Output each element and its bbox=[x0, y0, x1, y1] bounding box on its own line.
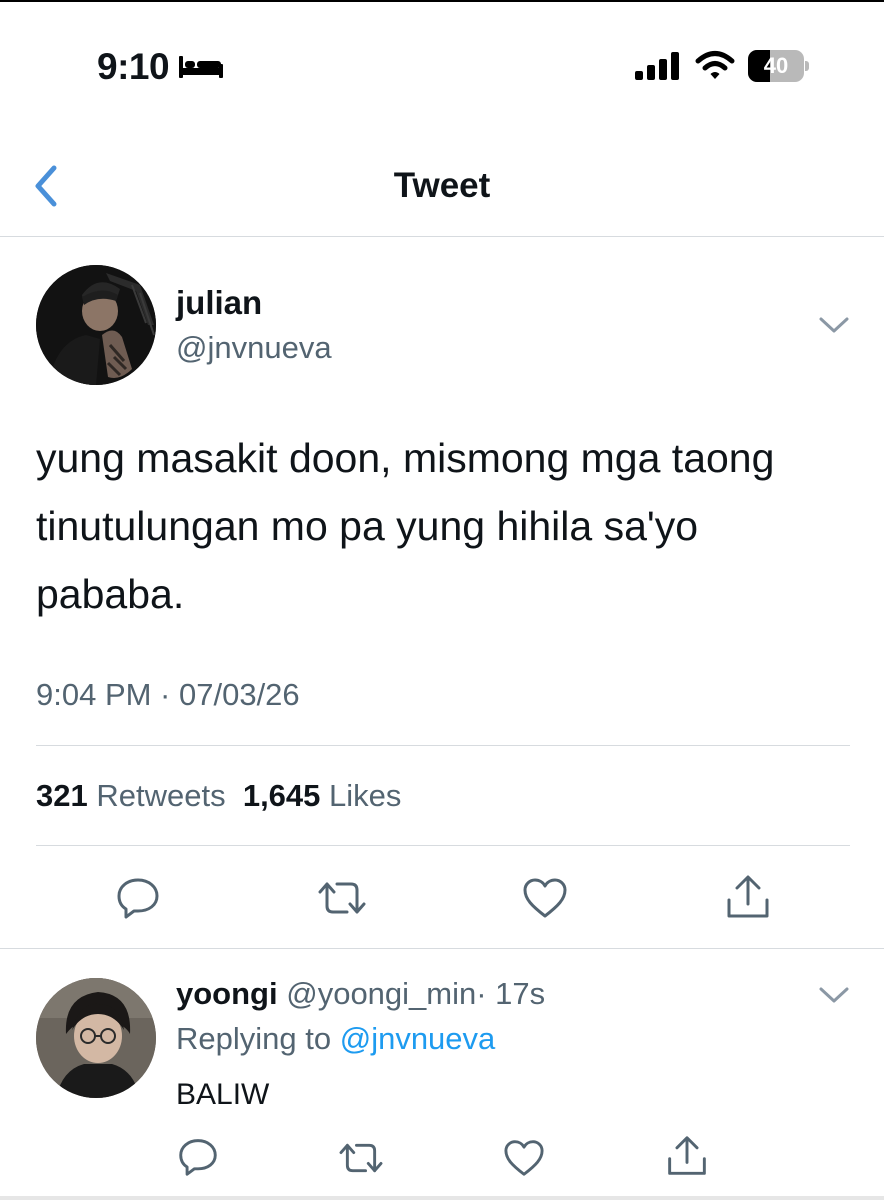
tweet-timestamp: 9:04 PM · 07/03/26 bbox=[36, 677, 300, 712]
signal-icon bbox=[635, 52, 679, 80]
share-icon[interactable] bbox=[725, 874, 771, 920]
tweet-detail-screen: 9:10 40 Tweet julian @jnvnueva yung masa… bbox=[0, 0, 884, 1200]
status-time: 9:10 bbox=[97, 46, 170, 87]
like-icon[interactable] bbox=[503, 1139, 545, 1177]
reply-author-handle[interactable]: @yoongi_min bbox=[286, 976, 476, 1011]
reply-author-name[interactable]: yoongi bbox=[176, 976, 278, 1011]
top-edge-line bbox=[0, 0, 884, 2]
reply-author-avatar[interactable] bbox=[36, 978, 156, 1098]
avatar-photo bbox=[36, 978, 156, 1098]
replying-to-line: Replying to @jnvnueva bbox=[176, 1021, 495, 1057]
replying-mention-link[interactable]: @jnvnueva bbox=[340, 1021, 496, 1056]
divider bbox=[36, 845, 850, 846]
chevron-down-icon[interactable] bbox=[818, 314, 850, 336]
like-icon[interactable] bbox=[522, 877, 568, 919]
divider bbox=[36, 745, 850, 746]
reply-age: · 17s bbox=[476, 976, 546, 1011]
retweet-icon[interactable] bbox=[317, 876, 367, 920]
header-divider bbox=[0, 236, 884, 237]
tweet-text: yung masakit doon, mismong mga taong tin… bbox=[36, 435, 775, 617]
page-title: Tweet bbox=[393, 166, 491, 205]
likes-label[interactable]: Likes bbox=[329, 778, 401, 813]
bottom-edge bbox=[0, 1196, 884, 1200]
battery-icon: 40 bbox=[748, 50, 810, 82]
reply-text: BALIW bbox=[176, 1078, 270, 1111]
retweet-icon[interactable] bbox=[338, 1138, 384, 1178]
reply-icon[interactable] bbox=[178, 1137, 218, 1177]
battery-nub bbox=[805, 61, 809, 71]
wifi-icon bbox=[695, 51, 735, 79]
retweets-count[interactable]: 321 bbox=[36, 778, 88, 813]
engagement-stats: 321 Retweets 1,645 Likes bbox=[36, 778, 401, 814]
battery-level: 40 bbox=[763, 53, 789, 78]
share-icon[interactable] bbox=[666, 1135, 708, 1177]
author-avatar[interactable] bbox=[36, 265, 156, 385]
author-handle[interactable]: @jnvnueva bbox=[176, 330, 332, 366]
battery-body: 40 bbox=[748, 50, 804, 82]
reply-icon[interactable] bbox=[116, 876, 160, 920]
author-name[interactable]: julian bbox=[176, 284, 262, 322]
chevron-down-icon[interactable] bbox=[818, 984, 850, 1006]
likes-count[interactable]: 1,645 bbox=[243, 778, 321, 813]
retweets-label[interactable]: Retweets bbox=[96, 778, 225, 813]
bed-icon bbox=[179, 56, 223, 78]
reply-header: yoongi @yoongi_min· 17s bbox=[176, 976, 545, 1012]
replying-prefix: Replying to bbox=[176, 1021, 332, 1056]
avatar-photo bbox=[36, 265, 156, 385]
divider bbox=[0, 948, 884, 949]
